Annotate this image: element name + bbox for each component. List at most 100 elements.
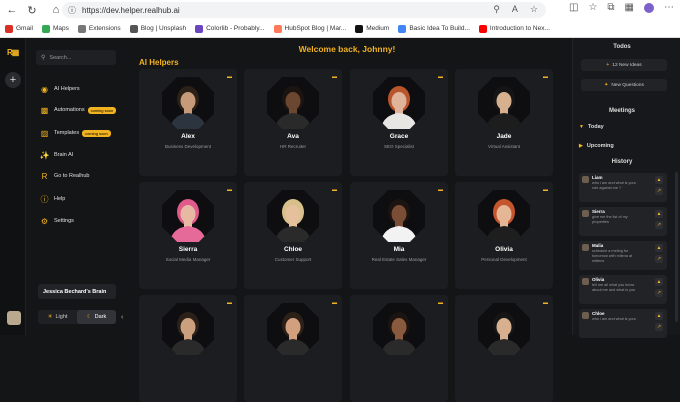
helper-card[interactable]: ▬ Mia Real Estate Sales Manager	[350, 182, 448, 289]
sidebar-item-help[interactable]: ⓘ Help	[40, 193, 66, 205]
helper-card[interactable]: ▬ Chloe Customer Support	[244, 182, 342, 289]
history-scrollbar[interactable]	[675, 172, 678, 322]
pin-icon[interactable]: ▲	[655, 210, 663, 218]
bookmark-item[interactable]: Extensions	[77, 24, 121, 33]
helper-card[interactable]: ▬ Jade Virtual Assistant	[455, 69, 553, 176]
read-aloud-icon[interactable]: A	[512, 4, 518, 15]
sidebar-item-brain-ai[interactable]: ✨ Brain AI	[40, 149, 74, 161]
history-name: Malia	[592, 243, 604, 248]
bookmark-item[interactable]: HubSpot Blog | Mar...	[273, 24, 346, 33]
helper-card[interactable]: ▬ Sierra Social Media Manager	[139, 182, 237, 289]
user-avatar[interactable]	[7, 311, 21, 325]
chat-bubble-icon[interactable]: ▬	[438, 187, 443, 193]
helper-card[interactable]: ▬	[139, 295, 237, 402]
search-placeholder: Search...	[49, 54, 72, 61]
chat-bubble-icon[interactable]: ▬	[438, 74, 443, 80]
helper-name: Olivia	[495, 246, 513, 253]
bookmark-item[interactable]: Introduction to Nex...	[478, 24, 550, 33]
more-options-icon[interactable]: ⋯	[664, 2, 674, 13]
helper-avatar	[478, 77, 530, 129]
chat-bubble-icon[interactable]: ▬	[543, 74, 548, 80]
chat-bubble-icon[interactable]: ▬	[332, 300, 337, 306]
helper-card[interactable]: ▬	[350, 295, 448, 402]
helper-card[interactable]: ▬	[455, 295, 553, 402]
sidebar-item-label: Go to Realhub	[54, 173, 90, 179]
zoom-icon[interactable]: ⚲	[493, 4, 500, 15]
sidebar-item-settings[interactable]: ⚙ Settings	[40, 215, 74, 227]
new-questions-button[interactable]: ✦ New Questions	[581, 79, 667, 91]
split-screen-icon[interactable]: ◫	[569, 2, 578, 13]
share-icon[interactable]: ↗	[655, 289, 663, 297]
chat-bubble-icon[interactable]: ▬	[332, 187, 337, 193]
helper-role: Personal Development	[481, 257, 527, 262]
bookmark-item[interactable]: Gmail	[5, 24, 33, 33]
sidebar: ⚲ Search... ◉ AI Helpers ▩ Automations comin…	[26, 38, 132, 335]
sidebar-item-automations[interactable]: ▩ Automations coming soon	[40, 104, 117, 116]
bookmark-label: Basic Idea To Build...	[409, 25, 470, 32]
pin-icon[interactable]: ▲	[655, 278, 663, 286]
bookmark-item[interactable]: Basic Idea To Build...	[398, 24, 470, 33]
history-item[interactable]: Chloe who i am and what is your ▲ ↗	[579, 309, 667, 338]
right-panel: Todos +12 New Ideas ✦ New Questions Meeti…	[572, 38, 680, 338]
bookmark-item[interactable]: Blog | Unsplash	[129, 24, 186, 33]
extensions-toolbar-icon[interactable]: ▦	[625, 2, 634, 13]
history-item[interactable]: Malia schedule a meting for tomorrow wit…	[579, 241, 667, 270]
theme-dark-option[interactable]: ☾ Dark	[77, 310, 116, 324]
dark-label: Dark	[94, 314, 107, 320]
helper-card[interactable]: ▬ Grace SEO Specialist	[350, 69, 448, 176]
share-icon[interactable]: ↗	[655, 323, 663, 331]
helper-card[interactable]: ▬ Alex Business Development	[139, 69, 237, 176]
share-icon[interactable]: ↗	[655, 187, 663, 195]
bookmark-label: Maps	[52, 25, 69, 32]
reload-icon[interactable]: ↻	[24, 2, 40, 18]
sidebar-item-label: AI Helpers	[54, 86, 80, 92]
share-icon[interactable]: ↗	[655, 221, 663, 229]
helper-card[interactable]: ▬ Ava HR Recruiter	[244, 69, 342, 176]
history-item[interactable]: Liam who i am and what is your role agai…	[579, 173, 667, 202]
pin-icon[interactable]: ▲	[655, 312, 663, 320]
templates-icon: ▨	[40, 128, 49, 138]
search-icon: ⚲	[41, 55, 46, 61]
history-avatar	[582, 278, 589, 285]
helper-avatar	[162, 190, 214, 242]
helper-card[interactable]: ▬	[244, 295, 342, 402]
sidebar-item-go-to-realhub[interactable]: R Go to Realhub	[40, 170, 90, 182]
history-item[interactable]: Olivia tell me all what you know about m…	[579, 275, 667, 304]
sidebar-item-templates[interactable]: ▨ Templates coming soon	[40, 127, 111, 139]
theme-light-option[interactable]: ☀ Light	[38, 310, 77, 324]
site-info-icon[interactable]: ⓘ	[68, 5, 76, 16]
helper-card[interactable]: ▬ Olivia Personal Development	[455, 182, 553, 289]
sidebar-item-ai-helpers[interactable]: ◉ AI Helpers	[40, 83, 80, 95]
bookmark-item[interactable]: Medium	[355, 24, 389, 33]
pin-icon[interactable]: ▲	[655, 244, 663, 252]
collections-icon[interactable]: ⧉	[607, 2, 614, 13]
chat-bubble-icon[interactable]: ▬	[227, 187, 232, 193]
theme-toggle[interactable]: ☀ Light ☾ Dark	[38, 310, 116, 324]
chat-bubble-icon[interactable]: ▬	[543, 187, 548, 193]
pin-icon[interactable]: ▲	[655, 176, 663, 184]
address-bar[interactable]: ⓘ https://dev.helper.realhub.ai ⚲ A ☆	[62, 2, 546, 18]
chat-bubble-icon[interactable]: ▬	[332, 74, 337, 80]
collapse-sidebar-icon[interactable]: ‹	[121, 314, 123, 321]
chat-bubble-icon[interactable]: ▬	[543, 300, 548, 306]
favorite-star-icon[interactable]: ☆	[530, 4, 538, 15]
new-ideas-button[interactable]: +12 New Ideas	[581, 59, 667, 71]
chat-bubble-icon[interactable]: ▬	[227, 300, 232, 306]
profile-icon[interactable]	[644, 2, 654, 13]
chat-bubble-icon[interactable]: ▬	[438, 300, 443, 306]
back-icon[interactable]: ←	[4, 2, 20, 18]
chat-bubble-icon[interactable]: ▬	[227, 74, 232, 80]
bookmark-item[interactable]: Maps	[41, 24, 69, 33]
helper-avatar	[478, 190, 530, 242]
today-row[interactable]: ▼ Today	[579, 124, 604, 130]
upcoming-row[interactable]: ▶ Upcoming	[579, 143, 614, 149]
bookmark-item[interactable]: Colorlib - Probably...	[195, 24, 265, 33]
favorites-icon[interactable]: ☆	[588, 2, 597, 13]
colorlib-icon	[195, 24, 204, 33]
history-item[interactable]: Sierra give me the list of my properties…	[579, 207, 667, 236]
share-icon[interactable]: ↗	[655, 255, 663, 263]
meetings-title: Meetings	[608, 108, 635, 114]
search-input[interactable]: ⚲ Search...	[36, 50, 116, 65]
new-chat-button[interactable]: +	[5, 72, 21, 88]
brain-selector[interactable]: Jessica Bechard's Brain	[38, 284, 116, 299]
